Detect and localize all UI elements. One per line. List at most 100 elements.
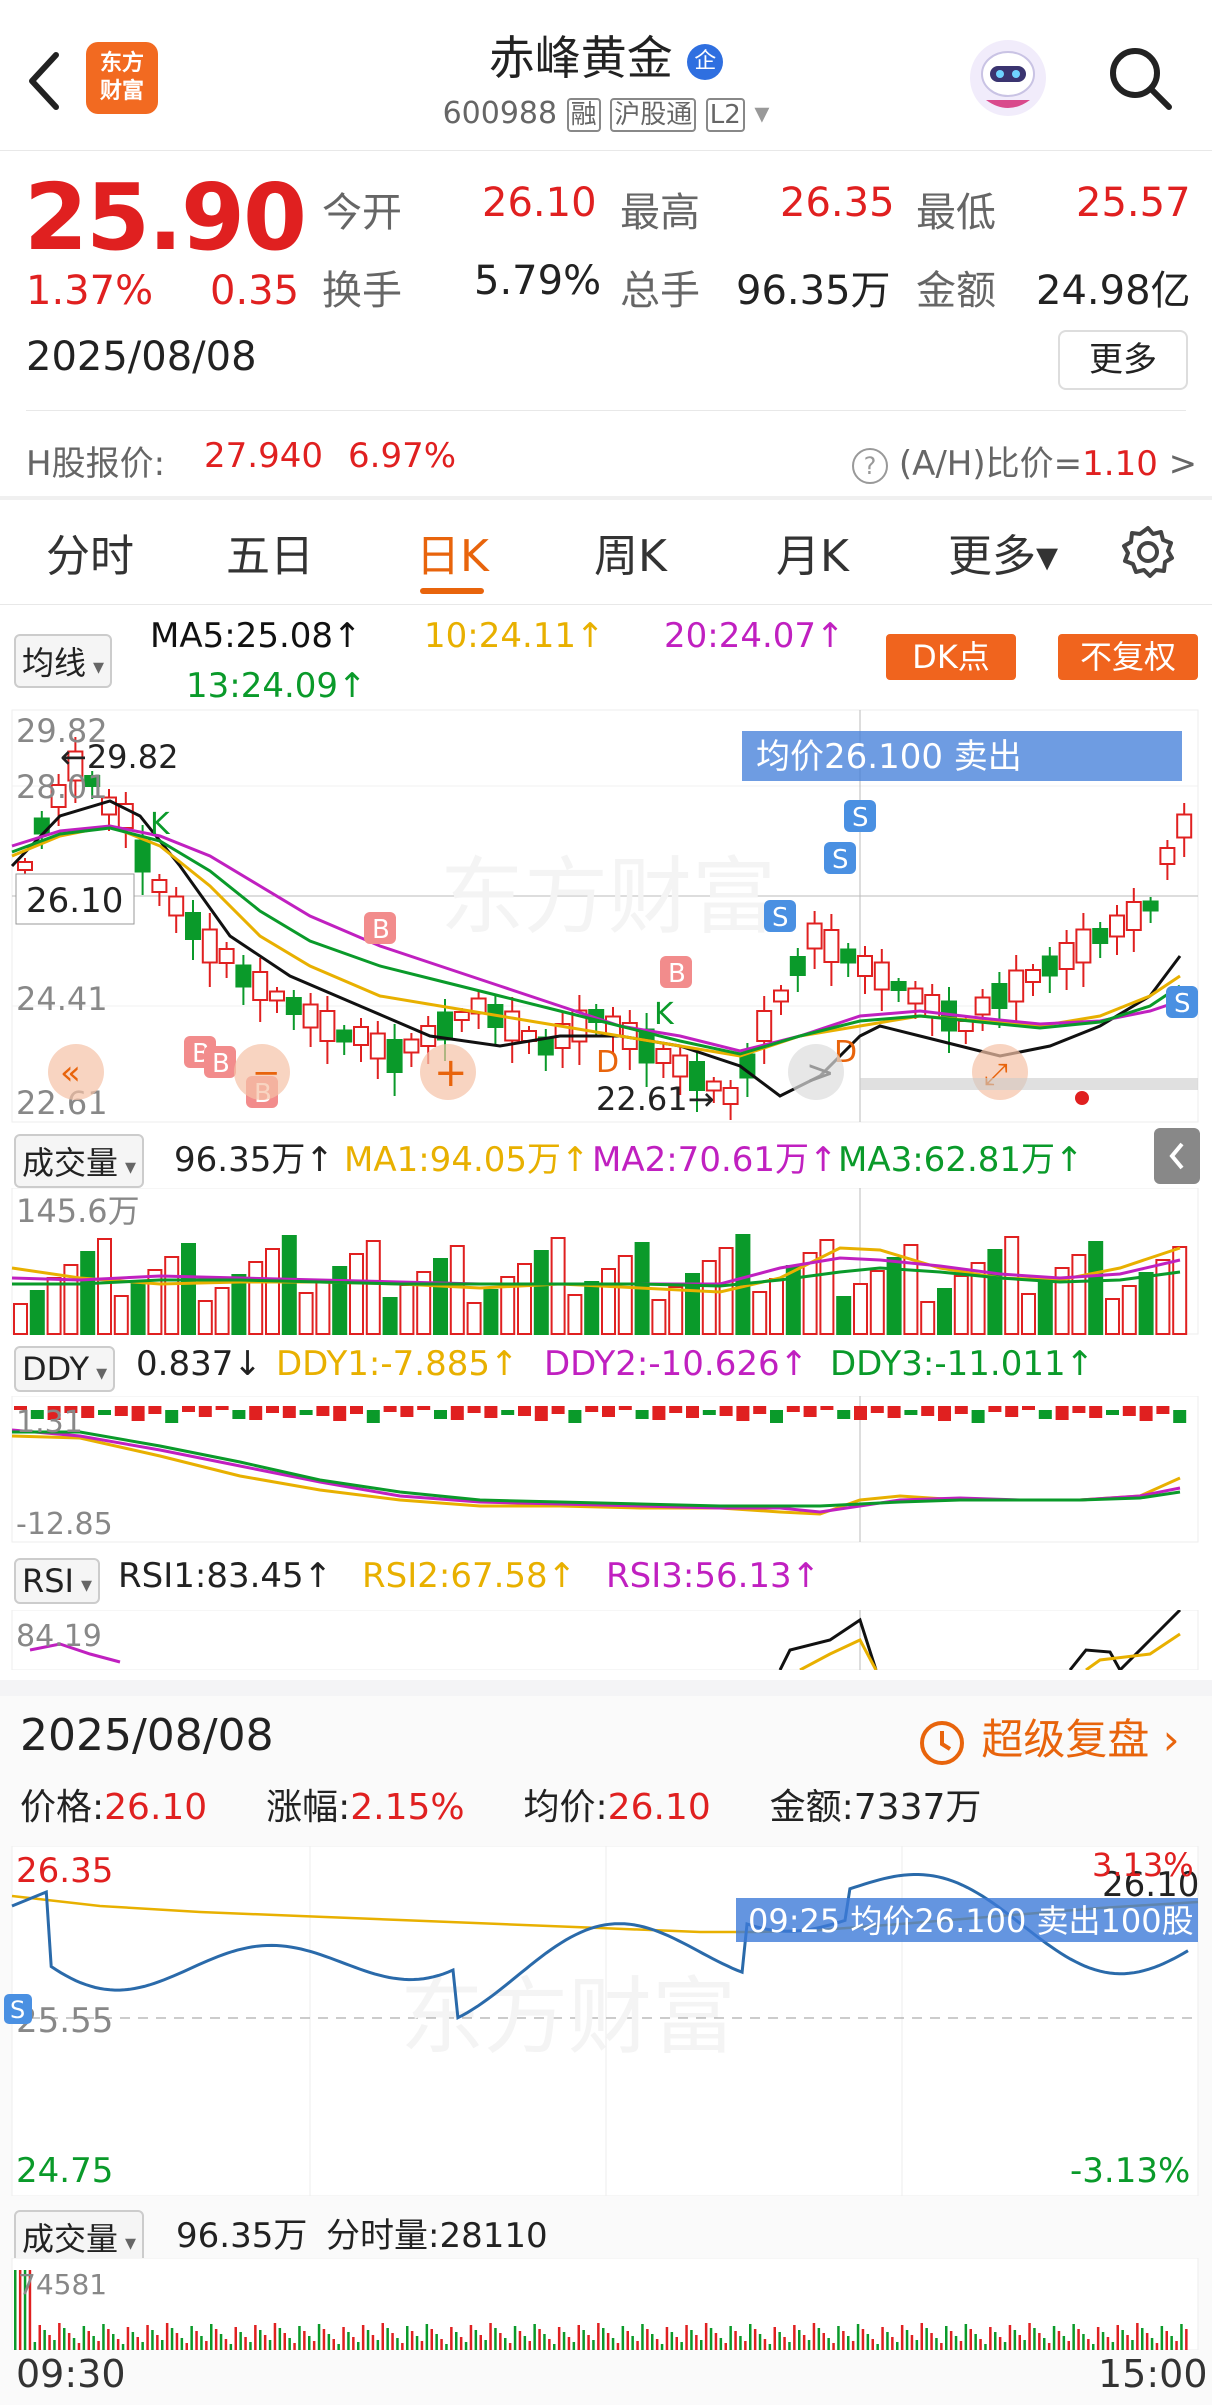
intraday-volume-bar [1072,2324,1075,2350]
intraday-volume-bar [67,2333,71,2350]
intraday-volume-bar [1175,2341,1178,2350]
intraday-volume-bar [268,2340,272,2350]
intraday-volume-bar [342,2327,345,2350]
kline-chart[interactable]: 东方财富 均价26.100 卖出 26.10 29.82 28.01 24.41… [0,706,1212,1126]
intraday-volume-bar [847,2336,850,2350]
intraday-volume-bar [352,2337,355,2350]
ddy-bar [501,1410,515,1415]
volume-bar [46,1277,62,1335]
intraday-volume-bar [891,2337,894,2350]
volume-bar [29,1290,45,1335]
intraday-volume-bar [729,2326,732,2350]
volume-bar [382,1297,398,1335]
svg-text:>: > [806,1053,835,1093]
ddy-bar [803,1406,817,1417]
high-label: 最高 [620,190,700,236]
tab-intraday[interactable]: 分时 [46,520,134,584]
intraday-volume-selector[interactable]: 成交量 ▾ [14,2210,145,2264]
intraday-volume-bar [636,2341,639,2350]
intraday-volume-bar [224,2339,228,2350]
tab-five-day[interactable]: 五日 [226,520,314,584]
chart-settings-button[interactable] [1116,520,1180,584]
ah-ratio-link[interactable]: ? (A/H)比价=1.10 > [852,436,1197,485]
intraday-volume-bar [210,2324,213,2350]
intraday-volume-bar [1096,2327,1100,2350]
intraday-volume-bar [415,2336,419,2350]
candle-body [806,922,823,950]
candle-body [1176,813,1193,839]
ddy-bar [602,1406,615,1417]
intraday-volume-bar [744,2341,747,2350]
intraday-volume-bar [161,2340,164,2350]
intraday-volume-bar [553,2344,556,2350]
intraday-volume-bar [655,2339,659,2350]
stock-name: 赤峰黄金 [488,31,673,85]
volume-selector[interactable]: 成交量 ▾ [14,1134,145,1188]
adjust-mode-button[interactable]: 不复权 [1058,634,1198,680]
candle-body [353,1026,369,1046]
ddy-selector[interactable]: DDY ▾ [14,1346,116,1392]
super-replay-link[interactable]: 超级复盘 › [916,1706,1180,1769]
intraday-volume-bar [1023,2340,1026,2350]
intraday-volume-bar [406,2326,409,2350]
ddy-bar [98,1410,111,1415]
volume-chart: 145.6万 [11,1188,1199,1335]
assistant-avatar[interactable] [966,36,1050,120]
intraday-volume-bar [499,2333,502,2350]
intraday-volume-bar [234,2327,237,2350]
intraday-chart[interactable]: 东方财富 09:25 均价26.100 卖出100股 26.10 26.35 2… [0,1846,1212,2196]
intraday-volume-bar [361,2325,365,2350]
intraday-volume-bar [881,2327,884,2350]
intraday-volume-bar [1150,2338,1154,2350]
tab-daily-k[interactable]: 日K [416,520,489,584]
intraday-volume-bar [303,2331,306,2350]
dropdown-arrow-icon: ▾ [118,1155,137,1180]
more-button[interactable]: 更多 [1058,330,1188,390]
tab-weekly-k[interactable]: 周K [594,520,667,584]
ddy-bar [165,1410,179,1423]
tab-monthly-k[interactable]: 月K [776,520,849,584]
intraday-volume-bar [915,2340,919,2350]
turnover-value: 5.79% [474,258,602,304]
open-label: 今开 [322,190,402,236]
chevron-right-icon: › [1162,1715,1180,1764]
candle-body [857,955,873,977]
ddy-bar [568,1410,582,1423]
volume-bar [483,1289,499,1335]
volume-bar [130,1282,146,1335]
ddy-bar [551,1406,565,1414]
intraday-volume-bar [1082,2334,1085,2350]
intraday-volume-bar [347,2332,350,2350]
candle-body [1142,900,1159,912]
tag-rong: 融 [566,98,601,132]
candle-body [672,1054,689,1078]
intraday-volume-bar [1028,2323,1031,2350]
ddy-bar [282,1406,296,1418]
svg-text:S: S [1174,989,1191,1019]
volume-value: 96.35万 [736,268,891,314]
ma-selector[interactable]: 均线 ▾ [14,634,113,688]
ddy-top: 1.31 [16,1405,83,1440]
search-button[interactable] [1100,38,1180,118]
dk-point-button[interactable]: DK点 [886,634,1016,680]
intraday-volume-bar [386,2328,389,2350]
candle-body [302,1003,319,1029]
volume-bar [533,1250,549,1335]
tab-more[interactable]: 更多▾ [948,520,1058,584]
intraday-volume-bar [146,2325,149,2350]
intraday-volume-bar [63,2328,66,2350]
intraday-volume-bar [410,2331,414,2350]
intraday-volume-bar [1106,2337,1110,2350]
candle-body [1125,901,1142,931]
candle-body [991,983,1008,1009]
ddy-bar [1139,1406,1153,1421]
intraday-volume-bar [1043,2338,1046,2350]
ddy-bar [669,1406,683,1413]
ddy-bar [1173,1410,1187,1423]
candle-body [789,956,806,976]
rsi-selector[interactable]: RSI ▾ [14,1558,101,1604]
collapse-panel-button[interactable] [1154,1128,1200,1184]
candle-body [1008,969,1025,1003]
intraday-volume-bar [651,2334,654,2350]
volume-bar [113,1295,129,1335]
